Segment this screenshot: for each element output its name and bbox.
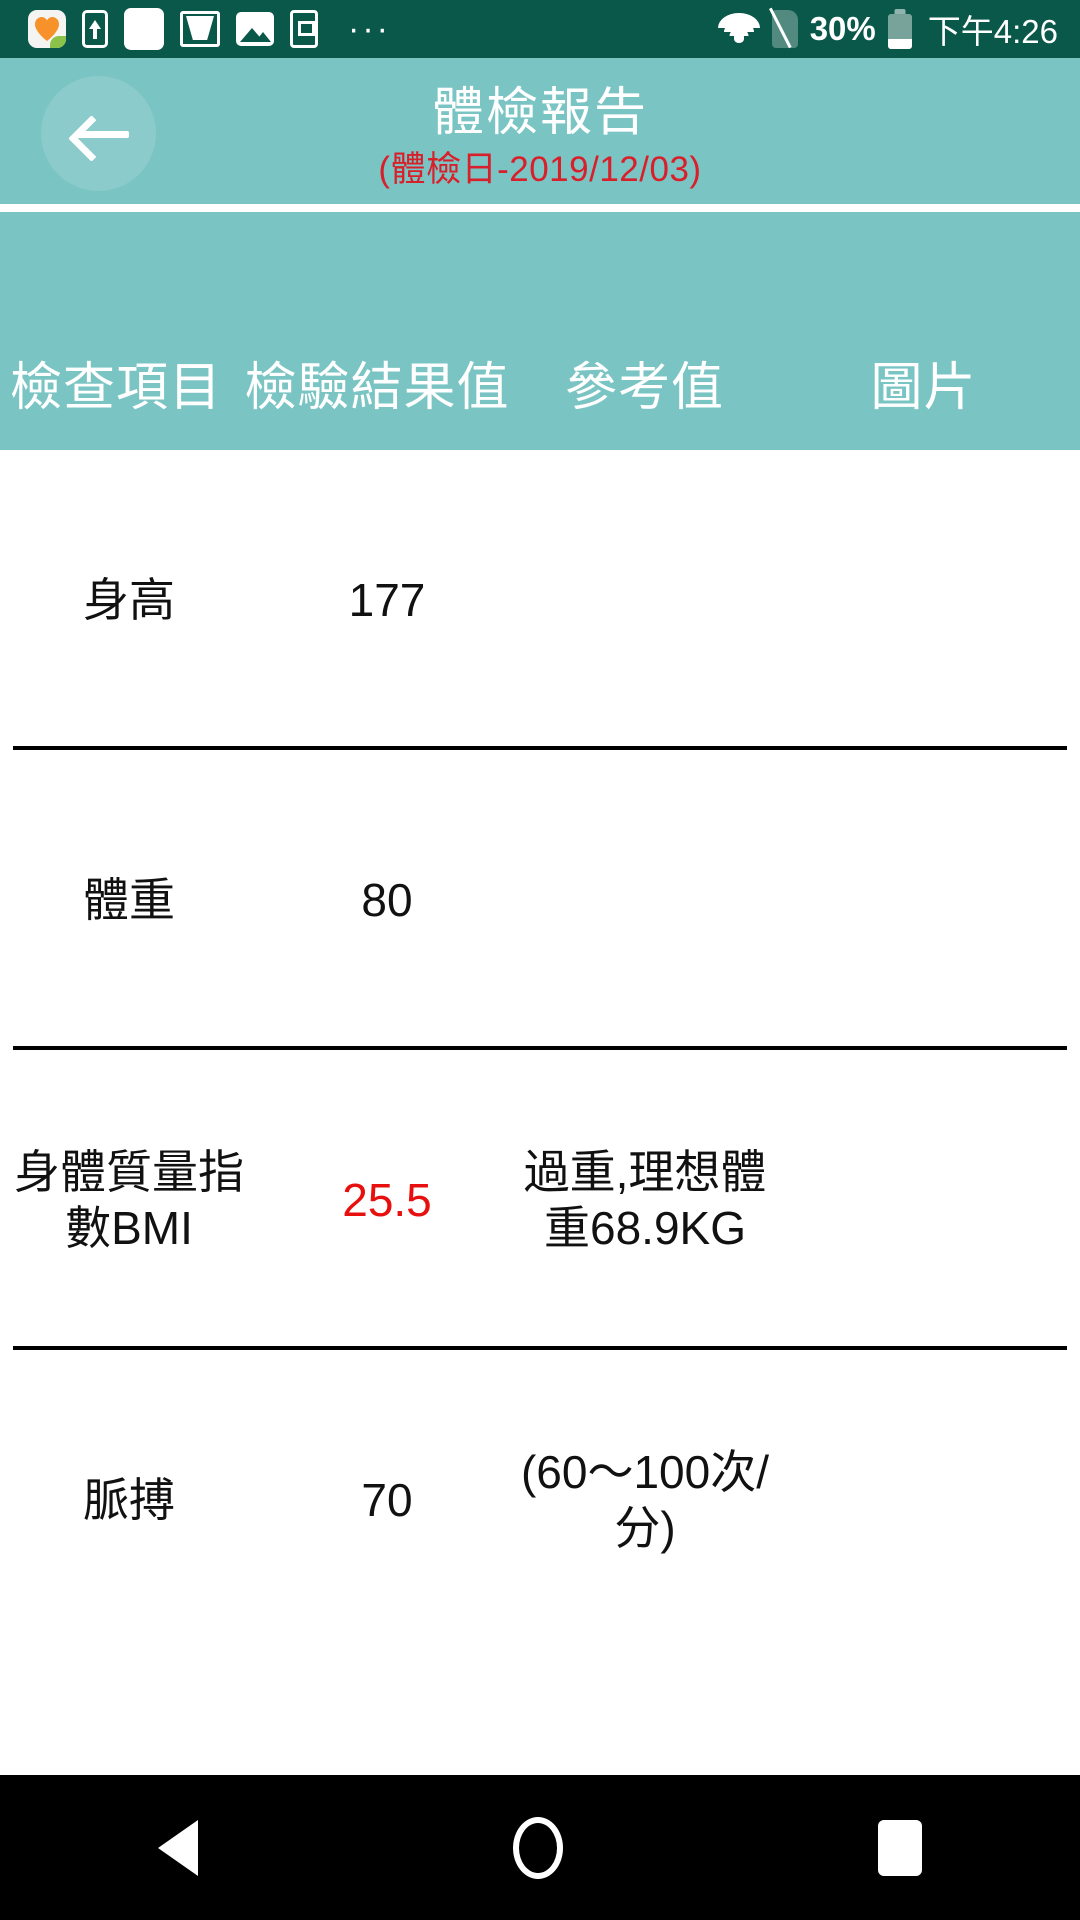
app-bar-separator <box>0 204 1080 208</box>
cell-item: 身體質量指數BMI <box>14 1145 244 1254</box>
nav-home-icon[interactable] <box>512 1816 563 1879</box>
cell-item: 脈搏 <box>83 1473 175 1526</box>
app-bar-titles: 體檢報告 (體檢日-2019/12/03) <box>0 58 1080 189</box>
gmail-icon <box>180 11 220 47</box>
cell-result: 177 <box>348 573 426 626</box>
table-row[interactable]: 身高 177 <box>0 450 1080 750</box>
sim-toolkit-icon <box>290 10 318 48</box>
table-body: 身高 177 體重 80 身體質量指數BMI 25.5 過重,理想體重68.9K… <box>0 450 1080 1775</box>
table-row[interactable]: 體重 80 <box>0 750 1080 1050</box>
wifi-icon <box>717 13 760 45</box>
cell-item: 體重 <box>83 873 175 926</box>
status-bar-system-icons: 30% 下午4:26 <box>717 5 1080 53</box>
phone-screen: ··· 30% 下午4:26 體檢報告 (體檢日-2019/12/03) 檢查項… <box>0 0 1080 1920</box>
cell-reference: 過重,理想體重68.9KG <box>523 1145 767 1254</box>
column-header-reference: 參考值 <box>564 359 724 417</box>
table-row[interactable]: 身體質量指數BMI 25.5 過重,理想體重68.9KG <box>0 1050 1080 1350</box>
cell-result: 70 <box>361 1473 413 1526</box>
share-icon <box>82 10 108 48</box>
blank-notification-icon <box>124 8 164 50</box>
column-header-item: 檢查項目 <box>9 359 222 417</box>
more-notifications-icon: ··· <box>348 10 391 48</box>
exam-date-subtitle: (體檢日-2019/12/03) <box>378 149 702 189</box>
cell-result: 80 <box>361 873 413 926</box>
clock-label: 下午4:26 <box>927 13 1058 50</box>
cell-item: 身高 <box>83 573 175 626</box>
status-bar: ··· 30% 下午4:26 <box>0 0 1080 58</box>
no-sim-icon <box>771 10 798 48</box>
nav-recents-icon[interactable] <box>878 1819 923 1876</box>
table-row[interactable]: 脈搏 70 (60～100次/分) <box>0 1350 1080 1650</box>
table-header: 檢查項目 檢驗結果值 參考值 圖片 <box>0 212 1080 450</box>
column-header-result: 檢驗結果值 <box>244 359 510 417</box>
battery-icon <box>887 9 912 49</box>
battery-percent-label: 30% <box>809 10 876 47</box>
system-navigation-bar <box>0 1775 1080 1920</box>
photos-icon <box>236 12 274 46</box>
cell-reference: (60～100次/分) <box>520 1445 769 1554</box>
app-bar: 體檢報告 (體檢日-2019/12/03) <box>0 58 1080 208</box>
status-bar-notification-icons: ··· <box>0 8 405 50</box>
nav-back-icon[interactable] <box>157 1819 198 1876</box>
health-app-icon <box>28 10 66 48</box>
page-title: 體檢報告 <box>431 84 648 142</box>
column-header-image: 圖片 <box>870 359 977 417</box>
cell-result: 25.5 <box>342 1173 432 1226</box>
